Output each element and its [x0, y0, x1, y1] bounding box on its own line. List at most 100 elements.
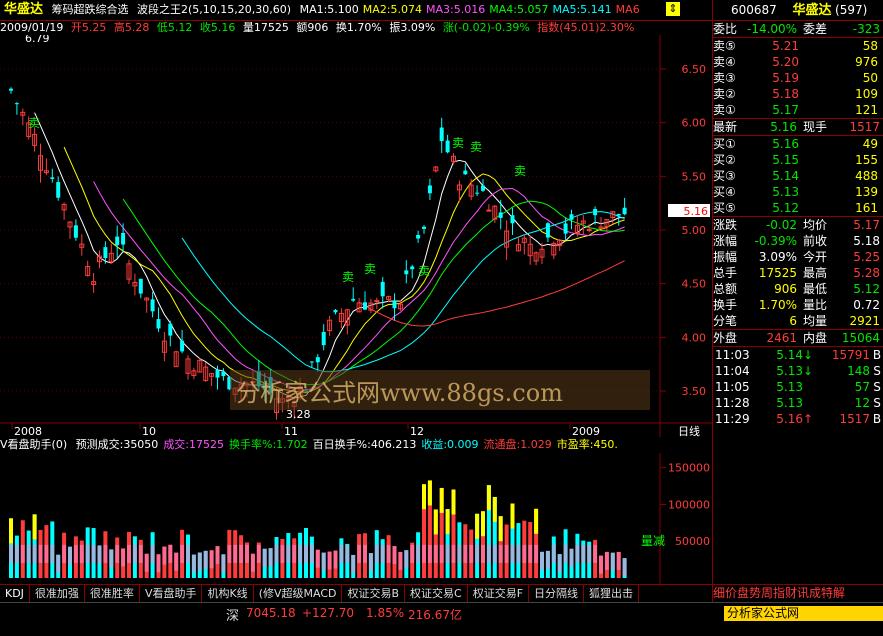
volume-bar — [256, 542, 261, 578]
tick-time: 11:28 — [715, 396, 750, 410]
stock-name[interactable]: 华盛达 — [4, 0, 43, 20]
price-tick-label: 6.50 — [682, 63, 707, 76]
tick-list[interactable]: 11:03 5.14 ↓ 15791 B 11:04 5.13 ↓ 148 S 11:05 5.13 5… — [713, 347, 883, 427]
sell-order-volume: 976 — [855, 55, 878, 69]
index-value: 7045.18 — [246, 606, 296, 620]
stat-label: 最高 — [803, 266, 828, 280]
volume-bar — [203, 550, 208, 578]
tick-arrow-icon — [803, 379, 815, 395]
tab-10[interactable]: 日分隔线 — [529, 585, 585, 602]
volume-bar — [109, 549, 114, 578]
tab-7[interactable]: 权证交易B — [342, 585, 406, 602]
volume-bar — [227, 529, 232, 578]
buy-order-label: 买④ — [713, 185, 736, 199]
tab-11[interactable]: 狐狸出击 — [584, 585, 640, 602]
sell-signal: 卖 — [28, 116, 40, 130]
time-axis-label: 12 — [410, 425, 424, 437]
stat-row: 涨幅 -0.39% 前收 5.18 — [713, 233, 883, 249]
volume-bar — [504, 524, 509, 578]
latest-label: 最新 — [713, 120, 738, 134]
sell-order-label: 卖③ — [713, 71, 736, 85]
buy-order-volume: 49 — [862, 137, 878, 151]
volume-bar — [380, 539, 385, 578]
tab-9[interactable]: 权证交易F — [468, 585, 530, 602]
volume-bar — [422, 484, 426, 578]
volume-indicator-item: 预测成交:35050 — [75, 438, 159, 451]
buy-order-volume: 155 — [855, 153, 878, 167]
stat-value: 5.12 — [853, 282, 880, 296]
volume-chart[interactable]: 150000 100000 50000 量减 — [0, 453, 712, 584]
buy-order-price: 5.14 — [772, 169, 799, 183]
volume-bar — [38, 529, 43, 578]
tick-side: S — [873, 364, 881, 378]
lock-icon[interactable]: ⇕ — [666, 2, 680, 16]
sell-signal: 卖 — [452, 136, 464, 150]
tab-8[interactable]: 权证交易C — [405, 585, 468, 602]
buy-order-row: 买④ 5.13 139 — [713, 184, 883, 200]
volume-bar — [463, 524, 468, 578]
volume-bar — [127, 531, 131, 578]
function-bar[interactable]: 细价盘势周指财讯成特解 — [713, 584, 883, 602]
tick-price: 5.14 — [776, 348, 803, 362]
buy-order-row: 买② 5.15 155 — [713, 152, 883, 168]
volume-indicator-item: 成交:17525 — [163, 438, 225, 451]
buy-order-price: 5.15 — [772, 153, 799, 167]
ma-legend-item: MA5:5.141 — [552, 3, 612, 16]
tab-1[interactable]: KDJ — [0, 585, 30, 602]
tick-arrow-icon: ↓ — [803, 348, 814, 362]
latest-row: 最新 5.16 现手 1517 — [713, 119, 883, 135]
latest-value: 5.16 — [770, 120, 797, 134]
tick-row: 11:28 5.13 12 S — [713, 395, 883, 411]
volume-bar — [32, 514, 37, 578]
quote-stats: 涨跌 -0.02 均价 5.17 涨幅 -0.39% 前收 5.18 振幅 3.09% 今开 5.25… — [713, 217, 883, 329]
tick-row: 11:03 5.14 ↓ 15791 B — [713, 347, 883, 363]
tab-5[interactable]: 机构K线 — [202, 585, 254, 602]
tab-6[interactable]: (修V超级MACD — [254, 585, 343, 602]
indicator-name[interactable]: 波段之王2(5,10,15,20,30,60) — [137, 0, 291, 20]
volume-bar — [610, 552, 615, 578]
weibi-value: -14.00% — [747, 22, 798, 36]
volume-bar — [469, 529, 474, 578]
buy-order-row: 买① 5.16 49 — [713, 136, 883, 152]
ma-legend: MA1:5.100 MA2:5.074 MA3:5.016 MA4:5.057 MA5:… — [300, 0, 644, 20]
period-label[interactable]: 日线 — [678, 424, 700, 437]
stat-value: 6 — [789, 314, 797, 328]
sell-order-row: 卖② 5.18 109 — [713, 86, 883, 102]
tick-price: 5.13 — [776, 380, 803, 394]
ma-legend-item: MA4:5.057 — [489, 3, 549, 16]
volume-panel-title[interactable]: V看盘助手(0) — [0, 437, 67, 453]
weicha-label: 委差 — [803, 22, 828, 36]
tick-volume: 57 — [854, 380, 870, 394]
volume-bar — [593, 539, 598, 578]
info-high: 高5.28 — [113, 21, 150, 34]
stat-label: 总额 — [713, 282, 738, 296]
index-change: +127.70 — [302, 606, 355, 620]
volume-bar — [286, 533, 291, 578]
volume-bar — [280, 539, 285, 578]
buy-order-volume: 488 — [855, 169, 878, 183]
stat-row: 分笔 6 均量 2921 — [713, 313, 883, 329]
brand-label[interactable]: 分析家公式网 www.88gs.com — [724, 606, 883, 635]
tab-3[interactable]: 很准胜率 — [85, 585, 140, 602]
volume-bar — [321, 552, 326, 578]
stat-row: 换手 1.70% 量比 0.72 — [713, 297, 883, 313]
volume-bar — [604, 551, 609, 578]
chart-title-bar: 华盛达 筹码超跌综合选 波段之王2(5,10,15,20,30,60) MA1:… — [0, 0, 712, 21]
volume-bar — [215, 546, 220, 578]
info-change: 涨(-0.02)-0.39% — [442, 21, 530, 34]
tick-side: S — [873, 396, 881, 410]
volume-bar — [510, 503, 515, 578]
waipan-value: 2461 — [766, 331, 797, 345]
sell-order-price: 5.19 — [772, 71, 799, 85]
tick-price: 5.13 — [776, 364, 803, 378]
kline-chart[interactable]: 卖卖卖 卖卖 卖卖 6.506.005.505.004.504.003.502008… — [0, 35, 712, 437]
tab-4[interactable]: V看盘助手 — [140, 585, 203, 602]
stat-row: 振幅 3.09% 今开 5.25 — [713, 249, 883, 265]
formula-name[interactable]: 筹码超跌综合选 — [52, 0, 129, 20]
volume-bar — [26, 530, 31, 578]
index-percent: 1.85% — [366, 606, 405, 620]
volume-bar — [97, 545, 102, 578]
stat-value: 3.09% — [758, 250, 797, 264]
tab-2[interactable]: 很准加强 — [30, 585, 85, 602]
volume-bar — [121, 548, 126, 578]
